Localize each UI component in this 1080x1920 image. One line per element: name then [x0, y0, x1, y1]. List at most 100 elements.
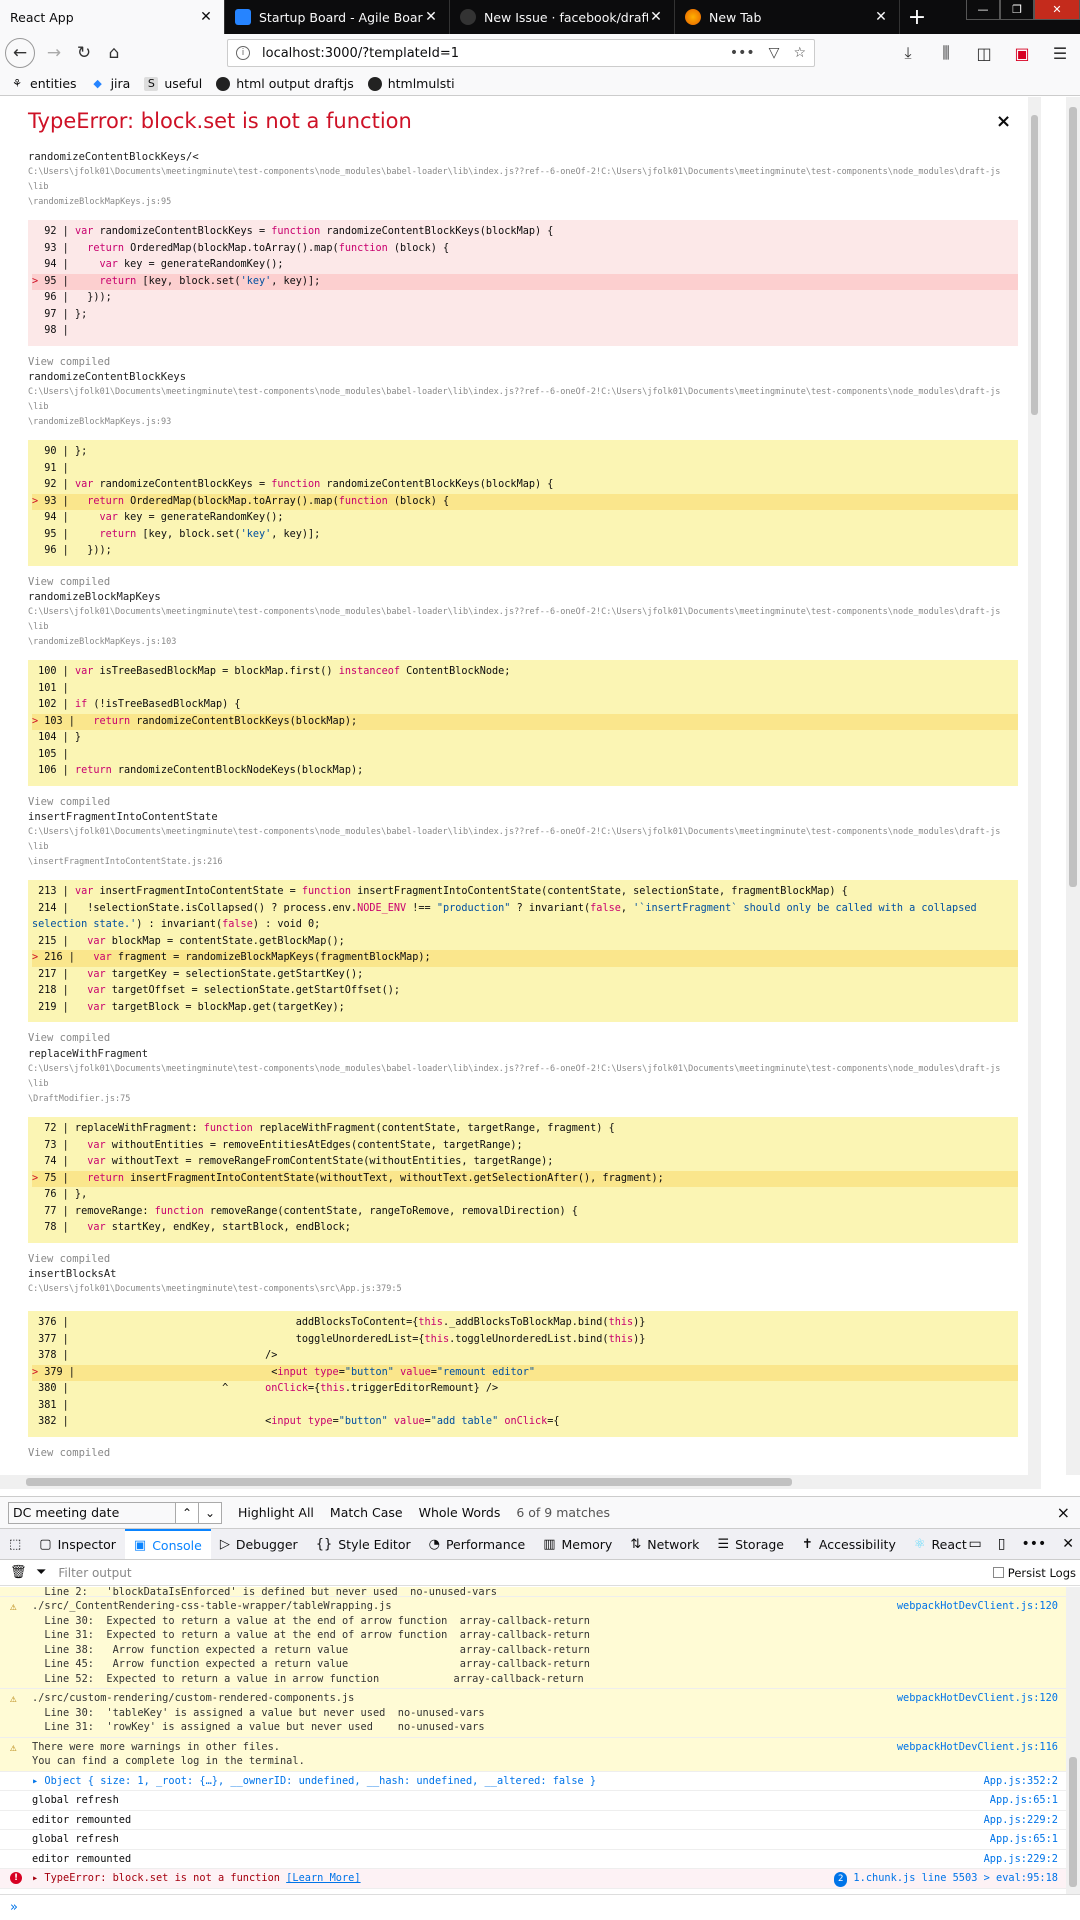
bookmark-jira[interactable]: ◆ jira	[91, 76, 130, 91]
view-compiled-link[interactable]: View compiled	[28, 576, 1018, 588]
message-text: ./src/_ContentRendering-css-table-wrappe…	[32, 1600, 590, 1685]
frame-file-path[interactable]: C:\Users\jfolk01\Documents\meetingminute…	[28, 385, 1008, 430]
source-location-link[interactable]: webpackHotDevClient.js:120	[897, 1691, 1058, 1706]
frame-path-text: C:\Users\jfolk01\Documents\meetingminute…	[28, 607, 1001, 647]
close-tab-icon[interactable]: ✕	[648, 9, 664, 25]
bookmark-htmlmulsti[interactable]: htmlmulsti	[367, 76, 455, 91]
extension-icon[interactable]: ▣	[1008, 38, 1036, 68]
reload-button[interactable]: ↻	[69, 38, 99, 68]
tab-label: Performance	[445, 1536, 526, 1552]
bookmark-html-output-draftjs[interactable]: html output draftjs	[216, 76, 354, 91]
frame-file-path[interactable]: C:\Users\jfolk01\Documents\meetingminute…	[28, 825, 1008, 870]
close-tab-icon[interactable]: ✕	[873, 9, 889, 25]
tab-style-editor[interactable]: {} Style Editor	[307, 1529, 420, 1559]
match-case-toggle[interactable]: Match Case	[330, 1505, 403, 1520]
forward-button[interactable]: →	[39, 38, 69, 68]
downloads-icon[interactable]: ⤓	[894, 38, 922, 68]
console-error[interactable]: ! ▸ TypeError: block.set is not a functio…	[0, 1869, 1066, 1889]
close-overlay-button[interactable]: ×	[996, 111, 1011, 132]
pocket-icon[interactable]: ▽	[769, 45, 780, 61]
tab-accessibility[interactable]: ✝ Accessibility	[793, 1529, 905, 1559]
message-text: editor remounted	[32, 1852, 132, 1865]
new-tab-button[interactable]: +	[900, 0, 934, 34]
close-devtools-icon[interactable]: ✕	[1062, 1536, 1074, 1552]
close-find-bar-icon[interactable]: ×	[1057, 1503, 1070, 1522]
tab-performance[interactable]: ◔ Performance	[420, 1529, 535, 1559]
view-compiled-link[interactable]: View compiled	[28, 1032, 1018, 1044]
console-input[interactable]: »	[0, 1894, 1080, 1920]
responsive-design-icon[interactable]: ▯	[998, 1536, 1006, 1552]
filter-output-input[interactable]: Filter output	[58, 1566, 131, 1580]
split-console-icon[interactable]: ▭	[969, 1536, 982, 1552]
view-compiled-link[interactable]: View compiled	[28, 356, 1018, 368]
source-location-link[interactable]: App.js:352:2	[984, 1774, 1058, 1789]
browser-tab-new-tab[interactable]: New Tab ✕	[675, 0, 900, 34]
view-compiled-link[interactable]: View compiled	[28, 1447, 1018, 1459]
console-log-object[interactable]: ▸ Object { size: 1, _root: {…}, __ownerI…	[0, 1772, 1066, 1791]
scrollbar-thumb[interactable]	[1069, 107, 1077, 887]
frame-file-path[interactable]: C:\Users\jfolk01\Documents\meetingminute…	[28, 1282, 1008, 1297]
scrollbar-thumb[interactable]	[1069, 1757, 1077, 1887]
console-scrollbar[interactable]	[1066, 1587, 1080, 1894]
info-icon[interactable]: i	[236, 46, 250, 60]
devtools-pick-element[interactable]: ⬚	[0, 1529, 30, 1559]
find-previous-button[interactable]: ⌃	[175, 1501, 199, 1524]
whole-words-toggle[interactable]: Whole Words	[419, 1505, 501, 1520]
overlay-scrollbar[interactable]	[1028, 97, 1041, 1475]
bookmark-useful[interactable]: Suseful	[144, 76, 202, 91]
view-compiled-link[interactable]: View compiled	[28, 1253, 1018, 1265]
source-location-link[interactable]: App.js:65:1	[990, 1832, 1058, 1847]
library-icon[interactable]: ⫼	[932, 38, 960, 68]
tab-memory[interactable]: ▥ Memory	[534, 1529, 621, 1559]
browser-tab-react-app[interactable]: React App ✕	[0, 0, 225, 34]
bookmark-star-icon[interactable]: ☆	[793, 45, 806, 61]
source-location-link[interactable]: App.js:65:1	[990, 1793, 1058, 1808]
message-text[interactable]: ▸ TypeError: block.set is not a function	[32, 1872, 286, 1884]
scrollbar-thumb[interactable]	[26, 1478, 792, 1486]
frame-file-path[interactable]: C:\Users\jfolk01\Documents\meetingminute…	[28, 605, 1008, 650]
page-actions-icon[interactable]: •••	[730, 45, 755, 61]
source-location-link[interactable]: 1.chunk.js line 5503 > eval:95:18	[853, 1872, 1058, 1884]
close-tab-icon[interactable]: ✕	[198, 9, 214, 25]
tab-label: Inspector	[57, 1536, 116, 1552]
back-button[interactable]: ←	[5, 38, 35, 68]
console-warning: ⚠ There were more warnings in other files…	[0, 1737, 1066, 1772]
address-bar[interactable]: i localhost:3000/?templateId=1 ••• ▽ ☆	[227, 39, 815, 67]
scrollbar-thumb[interactable]	[1031, 115, 1038, 415]
source-location-link[interactable]: webpackHotDevClient.js:120	[897, 1599, 1058, 1614]
browser-tab-new-issue[interactable]: New Issue · facebook/draft-js ✕	[450, 0, 675, 34]
view-compiled-link[interactable]: View compiled	[28, 796, 1018, 808]
highlight-all-toggle[interactable]: Highlight All	[238, 1505, 314, 1520]
sidebar-icon[interactable]: ◫	[970, 38, 998, 68]
tab-console[interactable]: ▣ Console	[124, 1529, 211, 1559]
home-button[interactable]: ⌂	[99, 38, 129, 68]
source-location-link[interactable]: App.js:229:2	[984, 1852, 1058, 1867]
tab-debugger[interactable]: ▷ Debugger	[211, 1529, 307, 1559]
persist-logs-checkbox[interactable]: Persist Logs	[992, 1566, 1076, 1580]
source-location-link[interactable]: webpackHotDevClient.js:116	[897, 1740, 1058, 1755]
page-scrollbar[interactable]	[1066, 97, 1080, 1475]
tab-storage[interactable]: ☰ Storage	[708, 1529, 793, 1559]
find-next-button[interactable]: ⌄	[198, 1501, 222, 1524]
frame-file-path[interactable]: C:\Users\jfolk01\Documents\meetingminute…	[28, 165, 1008, 210]
checkbox-box[interactable]	[992, 1567, 1004, 1578]
tab-react[interactable]: ⚛ React	[905, 1529, 976, 1559]
message-text[interactable]: ▸ Object { size: 1, _root: {…}, __ownerI…	[32, 1775, 596, 1787]
close-tab-icon[interactable]: ✕	[423, 9, 439, 25]
menu-icon[interactable]: ☰	[1046, 38, 1074, 68]
close-window-icon[interactable]: ✕	[1034, 0, 1080, 20]
browser-tab-startup-board[interactable]: Startup Board - Agile Board - G ✕	[225, 0, 450, 34]
tab-network[interactable]: ⇅ Network	[621, 1529, 708, 1559]
learn-more-link[interactable]: [Learn More]	[286, 1872, 360, 1884]
more-options-icon[interactable]: •••	[1021, 1536, 1046, 1552]
minimize-icon[interactable]: —	[966, 0, 1000, 20]
frame-file-path[interactable]: C:\Users\jfolk01\Documents\meetingminute…	[28, 1062, 1008, 1107]
find-bar: DC meeting date ⌃ ⌄ Highlight All Match …	[0, 1496, 1080, 1528]
horizontal-scrollbar[interactable]	[0, 1475, 1041, 1489]
tab-inspector[interactable]: ▢ Inspector	[30, 1529, 125, 1559]
clear-console-icon[interactable]: 🗑	[10, 1565, 27, 1580]
find-input[interactable]: DC meeting date	[8, 1501, 176, 1524]
source-location-link[interactable]: App.js:229:2	[984, 1813, 1058, 1828]
restore-icon[interactable]: ❐	[1000, 0, 1034, 20]
bookmark-entities[interactable]: ⚘ entities	[10, 76, 77, 91]
